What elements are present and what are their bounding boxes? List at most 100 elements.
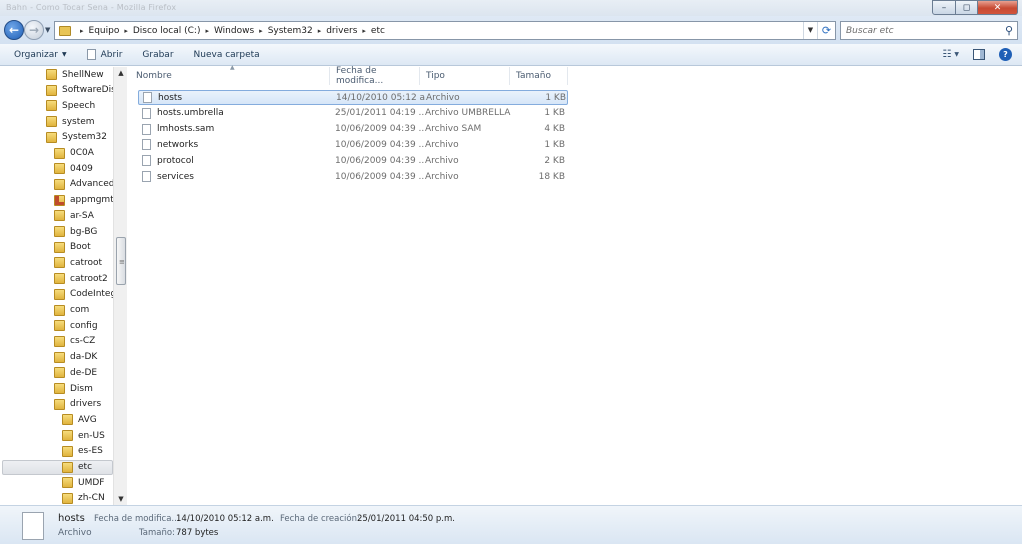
forward-button[interactable]: → bbox=[24, 20, 44, 40]
folder-icon bbox=[46, 69, 57, 80]
tree-item[interactable]: 0C0A bbox=[54, 146, 113, 161]
scroll-down-icon[interactable]: ▼ bbox=[114, 495, 128, 503]
scroll-up-icon[interactable]: ▲ bbox=[114, 69, 128, 77]
tree-item-label: catroot bbox=[70, 257, 103, 268]
scroll-thumb[interactable]: ≡ bbox=[116, 237, 126, 285]
tree-item-label: Boot bbox=[70, 242, 91, 253]
file-row[interactable]: protocol 10/06/2009 04:39 ... Archivo 2 KB bbox=[138, 153, 568, 168]
tree-item[interactable]: bg-BG bbox=[54, 224, 113, 239]
refresh-icon[interactable]: ⟳ bbox=[817, 22, 835, 39]
tree-item[interactable]: SoftwareDistri bbox=[46, 83, 113, 98]
tree-item[interactable]: da-DK bbox=[54, 350, 113, 365]
open-button[interactable]: Abrir bbox=[86, 49, 123, 60]
file-row[interactable]: services 10/06/2009 04:39 ... Archivo 18 KB bbox=[138, 169, 568, 184]
tree-item[interactable]: Boot bbox=[54, 240, 113, 255]
header-size[interactable]: Tamaño bbox=[510, 67, 568, 85]
tree-item[interactable]: drivers bbox=[54, 397, 113, 412]
header-name[interactable]: Nombre ▲ bbox=[130, 64, 330, 85]
chevron-right-icon[interactable]: ▸ bbox=[362, 27, 366, 35]
views-icon[interactable]: ☷ bbox=[942, 49, 951, 60]
organize-button[interactable]: Organizar ▼ bbox=[14, 50, 67, 60]
tree-item[interactable]: System32 bbox=[46, 130, 113, 145]
minimize-button[interactable]: – bbox=[932, 0, 956, 15]
tree-item[interactable]: com bbox=[54, 303, 113, 318]
search-icon[interactable]: ⚲ bbox=[1005, 24, 1013, 37]
chevron-right-icon[interactable]: ▸ bbox=[124, 27, 128, 35]
header-modified[interactable]: Fecha de modifica... bbox=[330, 66, 420, 86]
maximize-button[interactable]: ◻ bbox=[956, 0, 978, 15]
tree-item[interactable]: CodeIntegr bbox=[54, 287, 113, 302]
breadcrumb-item[interactable]: etc bbox=[371, 26, 385, 36]
chevron-right-icon[interactable]: ▸ bbox=[259, 27, 263, 35]
back-button[interactable]: ← bbox=[4, 20, 24, 40]
tree-item[interactable]: de-DE bbox=[54, 365, 113, 380]
recent-pages-dropdown[interactable]: ▼ bbox=[45, 26, 50, 34]
file-row[interactable]: hosts 14/10/2010 05:12 a....Archivo 1 KB bbox=[138, 90, 568, 105]
breadcrumb-item[interactable]: drivers bbox=[326, 26, 357, 36]
preview-pane-icon[interactable] bbox=[973, 49, 985, 60]
tree-item[interactable]: Dism bbox=[54, 381, 113, 396]
file-modified-date: 10/06/2009 04:39 ... bbox=[335, 171, 425, 182]
tree-item-label: appmgmt bbox=[70, 195, 113, 206]
details-created-label: Fecha de creación: bbox=[280, 514, 360, 524]
tree-item[interactable]: system bbox=[46, 114, 113, 129]
chevron-right-icon[interactable]: ▸ bbox=[318, 27, 322, 35]
chevron-right-icon[interactable]: ▸ bbox=[205, 27, 209, 35]
file-size: 1 KB bbox=[544, 139, 565, 150]
breadcrumb-item[interactable]: Windows bbox=[214, 26, 254, 36]
folder-icon bbox=[62, 430, 73, 442]
close-button[interactable]: ✕ bbox=[978, 0, 1018, 15]
chevron-right-icon[interactable]: ▸ bbox=[80, 27, 84, 35]
header-name-label: Nombre bbox=[136, 71, 172, 81]
tree-item[interactable]: AVG bbox=[62, 412, 113, 427]
help-icon[interactable]: ? bbox=[999, 48, 1012, 61]
window-title: Bahn - Como Tocar Sena - Mozilla Firefox bbox=[6, 3, 177, 12]
breadcrumb-item[interactable]: System32 bbox=[268, 26, 313, 36]
tree-item[interactable]: etc bbox=[2, 459, 113, 475]
folder-icon bbox=[46, 131, 57, 143]
tree-item[interactable]: ar-SA bbox=[54, 208, 113, 223]
address-bar[interactable]: ▸ Equipo ▸ Disco local (C:) ▸ Windows ▸ … bbox=[54, 21, 836, 40]
file-large-icon bbox=[22, 512, 44, 540]
search-input[interactable] bbox=[841, 22, 991, 39]
details-pane: hosts Archivo Fecha de modifica... 14/10… bbox=[0, 505, 1022, 544]
tree-item[interactable]: catroot bbox=[54, 255, 113, 270]
new-folder-button[interactable]: Nueva carpeta bbox=[194, 50, 260, 60]
details-file-type: Archivo bbox=[58, 528, 92, 538]
tree-item[interactable]: catroot2 bbox=[54, 271, 113, 286]
breadcrumb-item[interactable]: Equipo bbox=[89, 26, 120, 36]
tree-item[interactable]: appmgmt bbox=[54, 193, 113, 208]
file-icon bbox=[142, 139, 151, 151]
folder-icon bbox=[54, 257, 65, 269]
navigation-bar: ← → ▼ ▸ Equipo ▸ Disco local (C:) ▸ Wind… bbox=[0, 16, 1022, 44]
tree-item[interactable]: 0409 bbox=[54, 161, 113, 176]
breadcrumb-item[interactable]: Disco local (C:) bbox=[133, 26, 201, 36]
tree-item[interactable]: es-ES bbox=[62, 444, 113, 459]
column-headers: Nombre ▲ Fecha de modifica... Tipo Tamañ… bbox=[130, 64, 568, 86]
file-row[interactable]: networks 10/06/2009 04:39 ... Archivo 1 KB bbox=[138, 137, 568, 152]
views-dropdown[interactable]: ▼ bbox=[954, 51, 959, 58]
tree-item[interactable]: cs-CZ bbox=[54, 334, 113, 349]
tree-scrollbar[interactable]: ▲ ≡ ▼ bbox=[113, 67, 127, 505]
header-type[interactable]: Tipo bbox=[420, 67, 510, 85]
tree-item[interactable]: ShellNew bbox=[46, 67, 113, 82]
details-modified-label: Fecha de modifica... bbox=[94, 514, 180, 524]
file-row[interactable]: lmhosts.sam 10/06/2009 04:39 ... Archivo S… bbox=[138, 122, 568, 137]
address-history-dropdown[interactable]: ▼ bbox=[803, 22, 817, 39]
file-row[interactable]: hosts.umbrella 25/01/2011 04:19 ... Archiv… bbox=[138, 106, 568, 121]
search-box[interactable]: ⚲ bbox=[840, 21, 1018, 40]
tree-item-label: Speech bbox=[62, 100, 96, 111]
tree-item[interactable]: en-US bbox=[62, 428, 113, 443]
tree-item[interactable]: zh-CN bbox=[62, 491, 113, 506]
tree-item[interactable]: Speech bbox=[46, 98, 113, 113]
open-label: Abrir bbox=[100, 49, 123, 60]
folder-icon bbox=[54, 288, 65, 300]
tree-item[interactable]: config bbox=[54, 318, 113, 333]
tree-item-label: ShellNew bbox=[62, 69, 104, 80]
folder-icon bbox=[54, 241, 65, 253]
tree-item[interactable]: AdvancedIn bbox=[54, 177, 113, 192]
tree-item[interactable]: UMDF bbox=[62, 475, 113, 490]
burn-button[interactable]: Grabar bbox=[142, 50, 173, 60]
file-modified-date: 14/10/2010 05:12 a.... bbox=[336, 92, 426, 103]
tree-item-label: SoftwareDistri bbox=[62, 85, 113, 96]
